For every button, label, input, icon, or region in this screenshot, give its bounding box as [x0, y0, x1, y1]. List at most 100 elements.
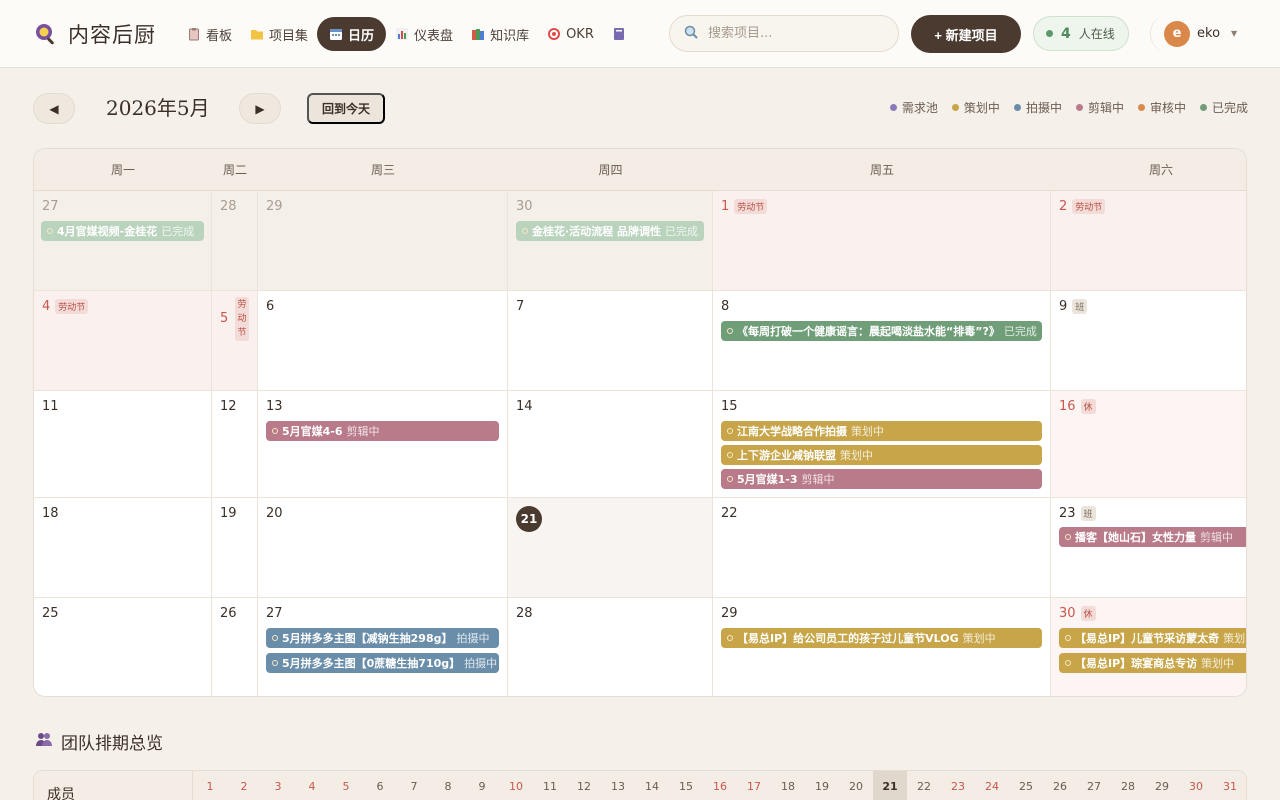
event-status: 剪辑中 — [1200, 531, 1233, 544]
day-cell[interactable]: 8 《每周打破一个健康谣言：晨起喝淡盐水能“排毒”?》 已完成 — [713, 291, 1051, 391]
day-number-text: 11 — [42, 399, 59, 414]
day-cell-today[interactable]: 21 — [508, 498, 713, 598]
event-chip[interactable]: 播客【她山石】女性力量 剪辑中 — [1059, 527, 1246, 547]
new-project-button[interactable]: + 新建项目 — [911, 15, 1021, 53]
app-logo[interactable]: 内容后厨 — [34, 19, 156, 49]
day-cell[interactable]: 27 5月拼多多主图【减钠生抽298g】 拍摄中 5月拼多多主图【0蔗糖生抽710… — [258, 598, 508, 696]
event-status: 拍摄中 — [456, 632, 490, 645]
day-number-text: 1 — [721, 199, 730, 214]
team-schedule-table: 成员 1 2 3 4 5 6 7 8 9 10 11 12 13 14 15 16 17 18 19 20 21 22 23… — [33, 770, 1247, 800]
nav-item-calendar[interactable]: 日历 — [317, 17, 387, 51]
team-day-header: 19 — [815, 780, 829, 793]
weekday-label: 周四 — [598, 163, 623, 177]
day-cell[interactable]: 25 — [34, 598, 212, 696]
day-number: 26 — [220, 606, 237, 621]
day-cell[interactable]: 30 金桂花·活动流程 品牌调性 已完成 — [508, 191, 713, 291]
prev-month-button[interactable]: ◀ — [33, 93, 75, 124]
online-indicator[interactable]: 4 人在线 — [1033, 16, 1129, 51]
day-cell[interactable]: 27 4月官媒视频-金桂花 已完成 — [34, 191, 212, 291]
team-day-header: 25 — [1019, 780, 1033, 793]
event-chip[interactable]: 5月官媒4-6 剪辑中 — [266, 421, 499, 441]
event-chip[interactable]: 5月拼多多主图【减钠生抽298g】 拍摄中 — [266, 628, 499, 648]
legend-dot-icon — [1199, 104, 1207, 111]
event-chip[interactable]: 5月官媒1-3 剪辑中 — [721, 469, 1042, 489]
day-cell[interactable]: 13 5月官媒4-6 剪辑中 — [258, 391, 508, 498]
day-cell[interactable]: 15 江南大学战略合作拍摄 策划中 上下游企业减钠联盟 策划中 5月官媒1-3 剪辑中 — [713, 391, 1051, 498]
day-cell[interactable]: 9班 — [1051, 291, 1246, 391]
day-cell[interactable]: 11 — [34, 391, 212, 498]
nav-item-kanban[interactable]: 看板 — [178, 17, 241, 51]
status-ring-icon — [727, 328, 733, 334]
nav-item-projects[interactable]: 项目集 — [241, 17, 317, 51]
event-chip[interactable]: 【易总IP】琮宴商总专访 策划中 — [1059, 653, 1246, 673]
search-input[interactable] — [708, 26, 878, 41]
nav-item-knowledge[interactable]: 知识库 — [462, 17, 538, 51]
day-cell[interactable]: 4 劳动节 — [34, 291, 212, 391]
day-number: 6 — [266, 299, 274, 314]
day-cell[interactable]: 26 — [212, 598, 258, 696]
day-number-text: 28 — [220, 199, 237, 214]
event-title: 金桂花·活动流程 品牌调性 — [532, 225, 662, 238]
notebook-icon — [612, 27, 626, 41]
event-chip[interactable]: 江南大学战略合作拍摄 策划中 — [721, 421, 1042, 441]
event-chip[interactable]: 5月拼多多主图【0蔗糖生抽710g】 拍摄中 — [266, 653, 499, 673]
event-chip[interactable]: 4月官媒视频-金桂花 已完成 — [41, 221, 204, 241]
day-cell[interactable]: 7 — [508, 291, 713, 391]
day-number-text: 5 — [220, 311, 229, 326]
day-cell[interactable]: 14 — [508, 391, 713, 498]
day-number-text: 2 — [1059, 199, 1068, 214]
day-cell[interactable]: 5 劳 动 节 — [212, 291, 258, 391]
nav-item-dashboard[interactable]: 仪表盘 — [386, 17, 462, 51]
search-box[interactable] — [669, 15, 899, 52]
day-number: 21 — [516, 506, 542, 532]
status-ring-icon — [47, 228, 53, 234]
day-cell[interactable]: 12 — [212, 391, 258, 498]
team-day-header: 23 — [951, 780, 965, 793]
app-name: 内容后厨 — [68, 23, 156, 47]
day-cell[interactable]: 18 — [34, 498, 212, 598]
legend-label: 剪辑中 — [1087, 101, 1124, 115]
team-day-header: 21 — [873, 771, 907, 800]
day-cell[interactable]: 29 — [258, 191, 508, 291]
day-cell[interactable]: 2 劳动节 — [1051, 191, 1246, 291]
holiday-tag: 劳动节 — [734, 199, 768, 214]
day-cell[interactable]: 19 — [212, 498, 258, 598]
today-button[interactable]: 回到今天 — [307, 93, 385, 124]
legend-dot-icon — [889, 104, 897, 111]
day-cell[interactable]: 16 休 — [1051, 391, 1246, 498]
day-cell[interactable]: 28 — [212, 191, 258, 291]
team-day-header: 15 — [679, 780, 693, 793]
event-title: 4月官媒视频-金桂花 — [57, 225, 158, 238]
day-number-text: 7 — [516, 299, 525, 314]
day-number-text: 22 — [721, 506, 738, 521]
legend-dot-icon — [1013, 104, 1021, 111]
day-cell[interactable]: 20 — [258, 498, 508, 598]
day-number: 18 — [42, 506, 59, 521]
weekday-label: 周二 — [222, 163, 247, 177]
day-cell[interactable]: 30休 【易总IP】儿童节采访蒙太奇策划中 【易总IP】琮宴商总专访策划中 — [1051, 598, 1246, 696]
day-number-text: 20 — [266, 506, 283, 521]
event-chip[interactable]: 上下游企业减钠联盟 策划中 — [721, 445, 1042, 465]
nav-item-okr[interactable]: OKR — [538, 17, 603, 51]
day-cell[interactable]: 22 — [713, 498, 1051, 598]
nav-item-more[interactable] — [603, 17, 635, 51]
nav-item-label: 知识库 — [490, 28, 530, 44]
event-chip[interactable]: 《每周打破一个健康谣言：晨起喝淡盐水能“排毒”?》 已完成 — [721, 321, 1042, 341]
day-cell[interactable]: 29 【易总IP】给公司员工的孩子过儿童节VLOG 策划中 — [713, 598, 1051, 696]
user-menu[interactable]: e eko ▼ — [1150, 15, 1250, 52]
rest-tag: 休 — [1080, 606, 1096, 621]
day-cell[interactable]: 23 班 播客【她山石】女性力量 剪辑中 — [1051, 498, 1246, 598]
day-number: 29 — [266, 199, 283, 214]
day-cell[interactable]: 28 — [508, 598, 713, 696]
event-chip[interactable]: 【易总IP】给公司员工的孩子过儿童节VLOG 策划中 — [721, 628, 1042, 648]
day-cell[interactable]: 6 — [258, 291, 508, 391]
day-number-text: 29 — [721, 606, 738, 621]
day-number-text: 27 — [42, 199, 59, 214]
event-chip[interactable]: 【易总IP】儿童节采访蒙太奇策划中 — [1059, 628, 1246, 648]
status-ring-icon — [1065, 534, 1071, 540]
event-chip[interactable]: 金桂花·活动流程 品牌调性 已完成 — [516, 221, 704, 241]
legend-item: 拍摄中 — [1013, 99, 1062, 116]
day-number: 23 班 — [1059, 506, 1096, 521]
day-cell[interactable]: 1 劳动节 — [713, 191, 1051, 291]
next-month-button[interactable]: ▶ — [239, 93, 281, 124]
